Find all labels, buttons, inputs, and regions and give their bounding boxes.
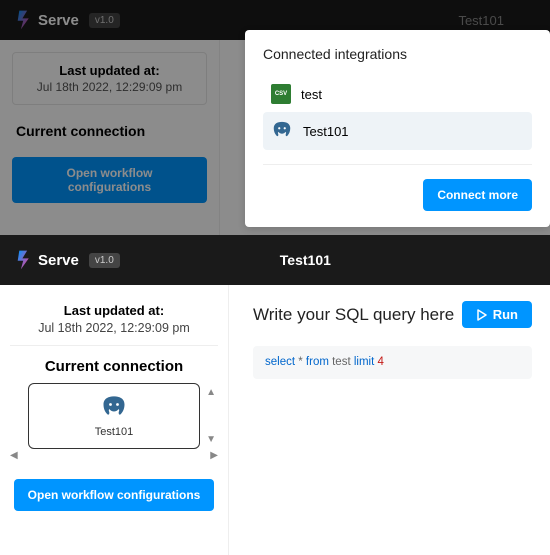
logo-icon <box>16 249 32 271</box>
last-updated-value: Jul 18th 2022, 12:29:09 pm <box>10 321 218 335</box>
integration-item-postgres[interactable]: Test101 <box>263 112 532 150</box>
run-button[interactable]: Run <box>462 301 532 328</box>
last-updated-label: Last updated at: <box>10 303 218 318</box>
main-panel: Write your SQL query here Run select * f… <box>228 285 550 555</box>
open-workflow-button[interactable]: Open workflow configurations <box>12 157 207 203</box>
query-title: Write your SQL query here <box>253 305 454 325</box>
play-icon <box>476 309 488 321</box>
logo-icon <box>16 9 32 31</box>
integrations-popover: Connected integrations CSV test Test101 … <box>245 30 550 227</box>
last-updated-value: Jul 18th 2022, 12:29:09 pm <box>23 80 196 94</box>
top-sidebar: Last updated at: Jul 18th 2022, 12:29:09… <box>0 40 220 235</box>
current-connection-label: Current connection <box>12 115 207 147</box>
integration-label: Test101 <box>303 124 349 139</box>
integration-label: test <box>301 87 322 102</box>
brand-name: Serve <box>38 12 79 29</box>
bottom-page-title: Test101 <box>280 252 331 268</box>
bottom-header: Serve v1.0 Test101 <box>0 235 550 285</box>
postgres-icon <box>100 394 128 422</box>
run-label: Run <box>493 307 518 322</box>
scroll-right-icon[interactable]: ▶ <box>210 450 218 461</box>
current-connection-label: Current connection <box>10 358 218 375</box>
current-connection-block: Current connection ▲ Test101 ▼ ◀ ▶ <box>10 358 218 449</box>
connection-name: Test101 <box>95 426 134 438</box>
version-badge: v1.0 <box>89 13 120 28</box>
popover-title: Connected integrations <box>263 46 532 62</box>
brand-name: Serve <box>38 252 79 269</box>
last-updated-block: Last updated at: Jul 18th 2022, 12:29:09… <box>10 297 218 346</box>
sql-editor[interactable]: select * from test limit 4 <box>253 346 532 379</box>
bottom-sidebar: Last updated at: Jul 18th 2022, 12:29:09… <box>0 285 228 555</box>
scroll-up-icon[interactable]: ▲ <box>206 387 216 398</box>
scroll-left-icon[interactable]: ◀ <box>10 450 18 461</box>
scroll-down-icon[interactable]: ▼ <box>206 434 216 445</box>
last-updated-label: Last updated at: <box>23 63 196 78</box>
top-page-title: Test101 <box>458 13 504 28</box>
integration-item-csv[interactable]: CSV test <box>263 76 532 112</box>
last-updated-card: Last updated at: Jul 18th 2022, 12:29:09… <box>12 52 207 105</box>
postgres-icon <box>271 120 293 142</box>
csv-icon: CSV <box>271 84 291 104</box>
connect-more-button[interactable]: Connect more <box>423 179 532 211</box>
version-badge: v1.0 <box>89 253 120 268</box>
open-workflow-button[interactable]: Open workflow configurations <box>14 479 215 511</box>
connection-card[interactable]: Test101 <box>28 383 200 449</box>
